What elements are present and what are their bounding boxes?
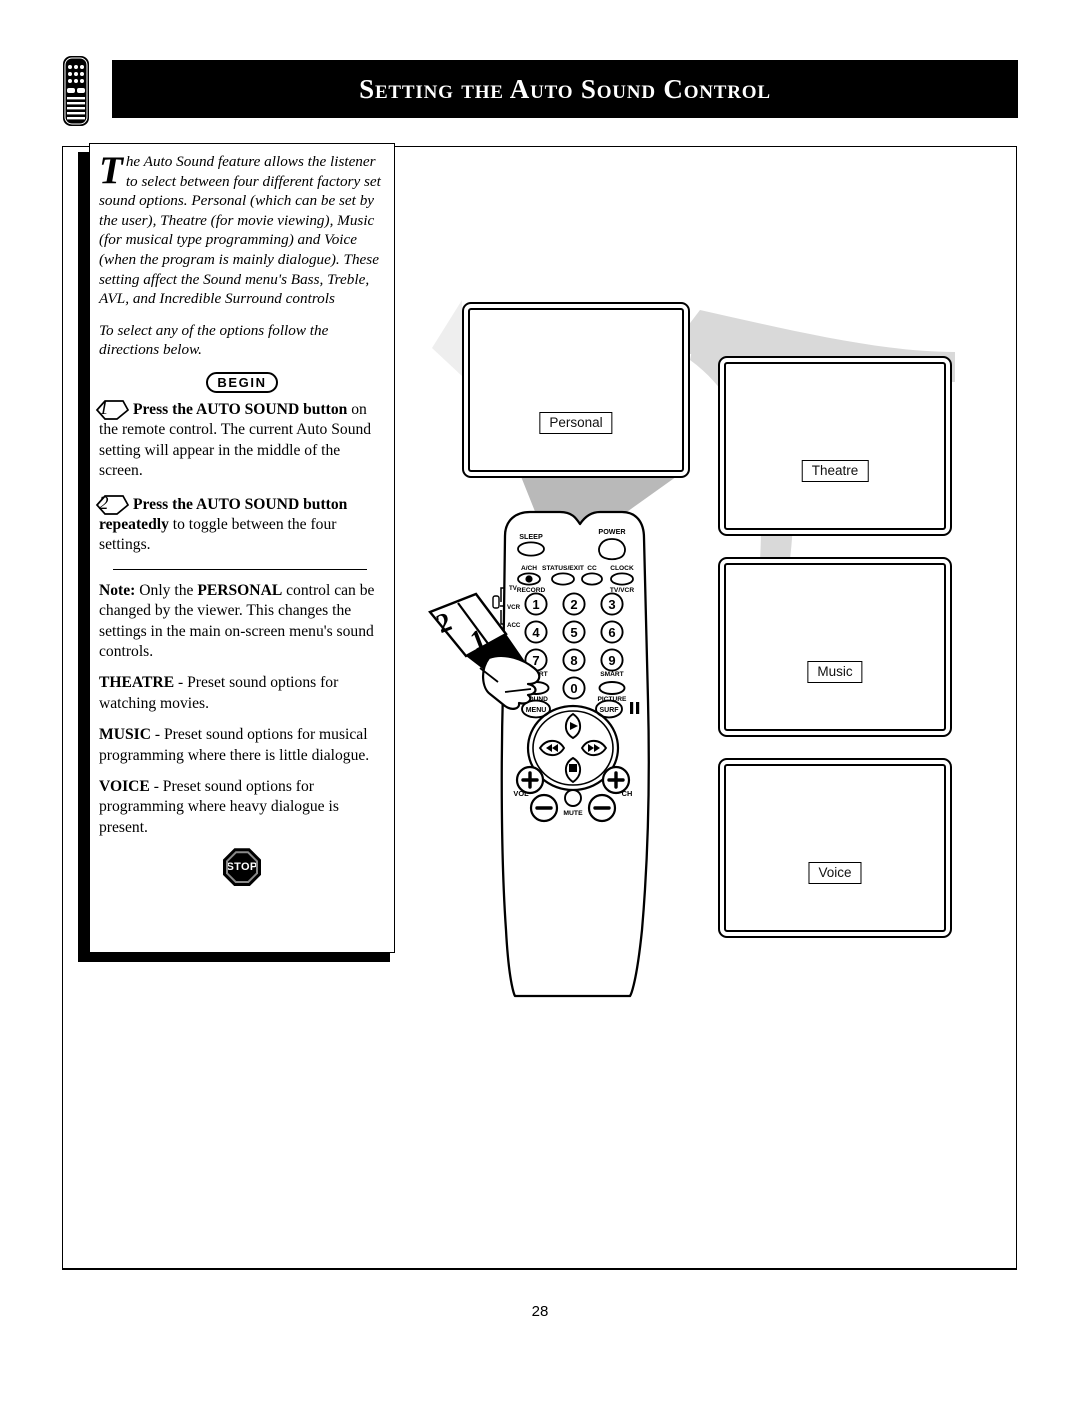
step-2-bold-cont: repeatedly: [99, 515, 169, 533]
note-music-lead: MUSIC: [99, 726, 151, 744]
note-music: MUSIC - Preset sound options for musical…: [99, 725, 385, 766]
intro-paragraph: The Auto Sound feature allows the listen…: [99, 149, 385, 309]
osd-label-voice: Voice: [808, 862, 862, 884]
note-voice: VOICE - Preset sound options for program…: [99, 777, 385, 838]
osd-label-music: Music: [807, 661, 863, 683]
drop-cap: T: [99, 149, 123, 192]
stop-label: STOP: [226, 861, 258, 874]
footer-rule: [62, 1269, 1017, 1270]
divider: [113, 568, 367, 570]
step-number-1: 1: [95, 397, 130, 422]
step-1-text: Press the AUTO SOUND button on the remot…: [99, 400, 385, 482]
page-title: Setting the Auto Sound Control: [359, 73, 771, 104]
tv-screen-voice: Voice: [718, 758, 952, 938]
remote-control-icon: [60, 55, 92, 127]
osd-label-theatre: Theatre: [801, 460, 869, 482]
tv-inner-screen: [468, 308, 684, 472]
tv-inner-screen: [724, 362, 946, 530]
step-1: 1 Press the AUTO SOUND button on the rem…: [95, 398, 385, 482]
stop-badge: STOP: [223, 848, 261, 887]
step-number-2: 2: [95, 492, 130, 517]
note-theatre: THEATRE - Preset sound options for watch…: [99, 673, 385, 714]
tv-screen-music: Music: [718, 557, 952, 737]
note-personal-bold: PERSONAL: [197, 581, 283, 599]
step-number-2-glyph: 2: [99, 492, 109, 514]
step-2-text: Press the AUTO SOUND button repeatedly t…: [99, 495, 385, 556]
manual-page: Setting the Auto Sound Control SLEEP POW…: [0, 0, 1080, 1397]
begin-badge-wrap: BEGIN: [99, 371, 385, 394]
tv-inner-screen: [724, 764, 946, 932]
note-personal: Note: Only the PERSONAL control can be c…: [99, 581, 385, 663]
intro-text: he Auto Sound feature allows the listene…: [99, 153, 381, 308]
tv-screen-theatre: Theatre: [718, 356, 952, 536]
note-lead: Note:: [99, 581, 136, 599]
stop-badge-wrap: STOP: [99, 848, 385, 891]
step-1-bold: Press the AUTO SOUND button: [133, 400, 348, 418]
page-number: 28: [531, 1303, 549, 1320]
note-pre: Only the: [135, 581, 198, 599]
step-2-bold: Press the AUTO SOUND button: [133, 495, 348, 513]
tv-inner-screen: [724, 563, 946, 731]
intro-follow-up: To select any of the options follow the …: [99, 321, 329, 359]
osd-label-personal: Personal: [539, 412, 613, 434]
step-number-1-glyph: 1: [99, 397, 109, 419]
tv-screen-personal: Personal: [462, 302, 690, 478]
note-theatre-lead: THEATRE: [99, 674, 175, 692]
instruction-panel: The Auto Sound feature allows the listen…: [89, 143, 395, 953]
stop-octagon-inner: STOP: [226, 853, 258, 882]
begin-badge: BEGIN: [206, 371, 278, 393]
note-voice-lead: VOICE: [99, 778, 150, 796]
step-2: 2 Press the AUTO SOUND button repeatedly…: [95, 493, 385, 556]
